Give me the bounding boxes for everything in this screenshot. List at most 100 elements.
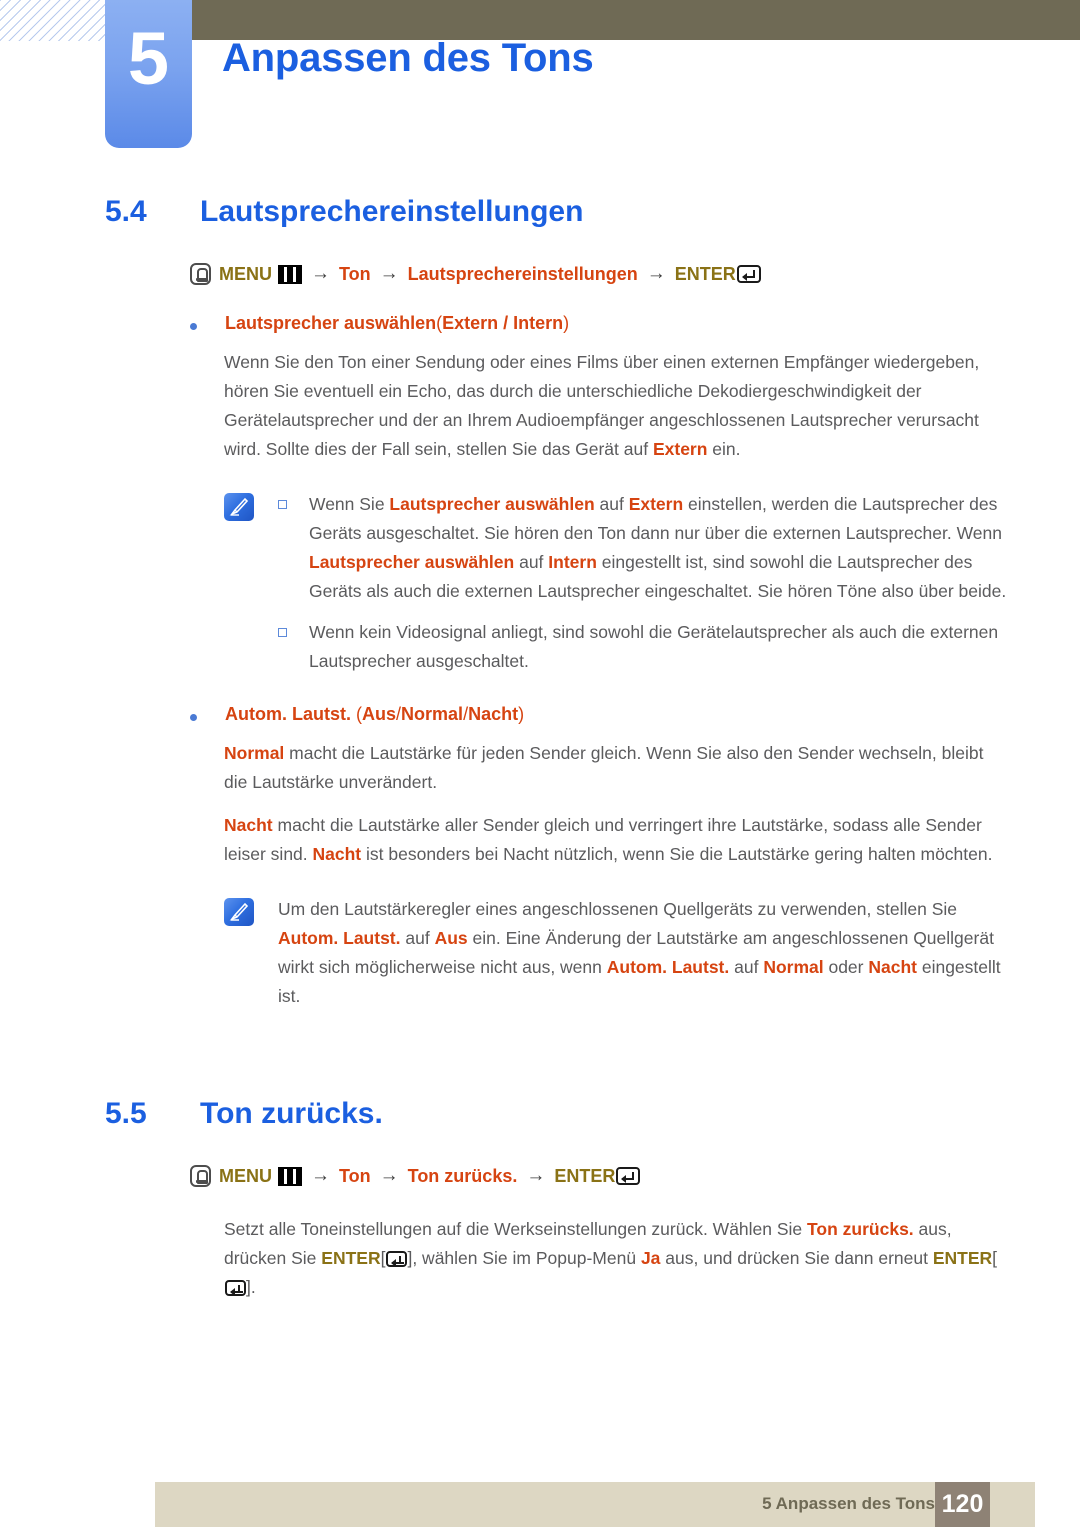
s55-enter-1: ENTER	[321, 1248, 381, 1268]
s55-p3: [	[380, 1248, 386, 1268]
menu-bars-icon	[278, 1166, 302, 1186]
para-highlight-nacht-1: Nacht	[224, 815, 273, 835]
n1-h4: Intern	[548, 552, 597, 572]
s55-enter-2: ENTER	[932, 1248, 993, 1268]
note-text-2: Um den Lautstärkeregler eines angeschlos…	[278, 895, 1008, 1011]
s55-p7: ].	[246, 1277, 256, 1297]
menu-label: MENU	[219, 263, 272, 284]
note-pencil-icon	[224, 898, 254, 926]
s55-p1: Setzt alle Toneinstellungen auf die Werk…	[224, 1219, 808, 1239]
chapter-number-tab: 5	[105, 0, 192, 148]
menu-bars-icon	[278, 264, 302, 284]
chapter-title: Anpassen des Tons	[222, 36, 594, 80]
section-heading-5-4: 5.4 Lautsprechereinstellungen	[105, 195, 1080, 229]
para-text-2: ein.	[707, 439, 741, 459]
path-arrow-3: →	[526, 1165, 546, 1186]
n1-h3: Lautsprecher auswählen	[309, 552, 515, 572]
footer-page-number: 120	[935, 1482, 990, 1527]
path-arrow-3: →	[646, 263, 666, 284]
touch-menu-icon	[190, 263, 211, 285]
s55-h1: Ton zurücks.	[807, 1219, 914, 1239]
path-arrow-2: →	[379, 263, 399, 284]
para-highlight-nacht-2: Nacht	[312, 844, 362, 864]
menu-path-item-lautsprechereinstellungen: Lautsprechereinstellungen	[407, 263, 638, 284]
n1-h1: Lautsprecher auswählen	[389, 494, 595, 514]
n2-p5: oder	[823, 957, 869, 977]
note-item-text: Wenn kein Videosignal anliegt, sind sowo…	[309, 622, 999, 671]
s55-h2: Ja	[640, 1248, 661, 1268]
note-pencil-icon	[224, 493, 254, 521]
note-body-2: Um den Lautstärkeregler eines angeschlos…	[278, 895, 1008, 1011]
note-square-bullet-icon	[278, 628, 287, 637]
bullet-label-main: Lautsprecher auswählen	[225, 313, 437, 333]
paragraph-ton-zuruecks: Setzt alle Toneinstellungen auf die Werk…	[224, 1215, 1002, 1302]
note-item-text: Wenn Sie Lautsprecher auswählen auf Exte…	[309, 490, 1008, 606]
touch-menu-icon	[190, 1165, 211, 1187]
chapter-header: 5 Anpassen des Tons	[0, 0, 1080, 160]
enter-label: ENTER	[674, 263, 736, 284]
n1-h2: Extern	[628, 494, 684, 514]
n2-h2: Aus	[434, 928, 468, 948]
bullet-paren-close: )	[563, 313, 570, 333]
bullet-autom-lautst: Autom. Lautst. (Aus/Normal/Nacht)	[190, 704, 1080, 725]
note-square-bullet-icon	[278, 500, 287, 509]
footer-chapter-label: 5 Anpassen des Tons	[762, 1494, 935, 1513]
path-arrow-1: →	[311, 1165, 330, 1186]
page-footer: 5 Anpassen des Tons 120	[0, 1482, 1080, 1527]
n2-h1: Autom. Lautst.	[278, 928, 401, 948]
section-number: 5.5	[105, 1097, 147, 1130]
note-item: Wenn Sie Lautsprecher auswählen auf Exte…	[278, 490, 1008, 606]
bullet-paren-close: )	[518, 704, 525, 724]
enter-key-icon	[386, 1251, 408, 1267]
path-arrow-2: →	[379, 1165, 399, 1186]
bullet-dot-icon	[190, 323, 197, 330]
bullet-dot-icon	[190, 714, 197, 721]
enter-key-icon	[736, 265, 761, 283]
n2-h3: Autom. Lautst.	[606, 957, 730, 977]
para-highlight-normal: Normal	[224, 743, 285, 763]
menu-label: MENU	[219, 1165, 272, 1186]
section-title: Lautsprechereinstellungen	[200, 195, 584, 228]
enter-key-icon	[616, 1167, 641, 1185]
n1-p2: auf	[594, 494, 629, 514]
section-title: Ton zurücks.	[200, 1097, 383, 1130]
bullet-option-normal: Normal	[401, 704, 464, 724]
s55-p5: aus, und drücken Sie dann erneut	[660, 1248, 933, 1268]
bullet-option-aus: Aus	[362, 704, 397, 724]
bullet-label-main: Autom. Lautst.	[225, 704, 351, 724]
menu-path-lautsprechereinstellungen: MENU → Ton → Lautsprechereinstellungen →…	[190, 263, 1080, 285]
note-block-2: Um den Lautstärkeregler eines angeschlos…	[224, 895, 1008, 1011]
decorative-hatch-pattern	[0, 0, 106, 41]
menu-path-item-ton-zuruecks: Ton zurücks.	[407, 1165, 518, 1186]
s55-p4: ], wählen Sie im Popup-Menü	[407, 1248, 641, 1268]
bullet-option-nacht: Nacht	[468, 704, 519, 724]
n1-p1: Wenn Sie	[309, 494, 390, 514]
note-body-1: Wenn Sie Lautsprecher auswählen auf Exte…	[278, 490, 1008, 676]
n2-p1: Um den Lautstärkeregler eines angeschlos…	[278, 899, 958, 919]
paragraph-lautsprecher-auswaehlen: Wenn Sie den Ton einer Sendung oder eine…	[224, 348, 1002, 464]
para-text-1: Wenn Sie den Ton einer Sendung oder eine…	[224, 352, 980, 459]
bullet-lautsprecher-auswaehlen: Lautsprecher auswählen(Extern / Intern)	[190, 313, 1080, 334]
paragraph-normal: Normal macht die Lautstärke für jeden Se…	[224, 739, 1002, 797]
page-content: 5.4 Lautsprechereinstellungen MENU → Ton…	[0, 160, 1080, 1302]
note-block-1: Wenn Sie Lautsprecher auswählen auf Exte…	[224, 490, 1008, 676]
bullet-label-text: Autom. Lautst. (Aus/Normal/Nacht)	[225, 704, 524, 725]
menu-path-item-ton: Ton	[339, 263, 371, 284]
header-olive-bar	[192, 0, 1080, 40]
bullet-options: Extern / Intern	[442, 313, 564, 333]
section-heading-5-5: 5.5 Ton zurücks.	[105, 1097, 1080, 1131]
menu-path-ton-zuruecks: MENU → Ton → Ton zurücks. → ENTER	[190, 1165, 1080, 1187]
enter-key-icon	[225, 1280, 246, 1296]
footer-bar: 5 Anpassen des Tons 120	[155, 1482, 1035, 1527]
n2-p2: auf	[400, 928, 435, 948]
para-text-normal: macht die Lautstärke für jeden Sender gl…	[224, 743, 984, 792]
n2-h5: Nacht	[868, 957, 917, 977]
enter-label: ENTER	[554, 1165, 616, 1186]
n2-p4: auf	[729, 957, 764, 977]
para-highlight-extern: Extern	[652, 439, 708, 459]
note-item: Wenn kein Videosignal anliegt, sind sowo…	[278, 618, 1008, 676]
paragraph-nacht: Nacht macht die Lautstärke aller Sender …	[224, 811, 1002, 869]
n2-h4: Normal	[763, 957, 824, 977]
menu-path-item-ton: Ton	[339, 1165, 371, 1186]
bullet-label-text: Lautsprecher auswählen(Extern / Intern)	[225, 313, 569, 334]
